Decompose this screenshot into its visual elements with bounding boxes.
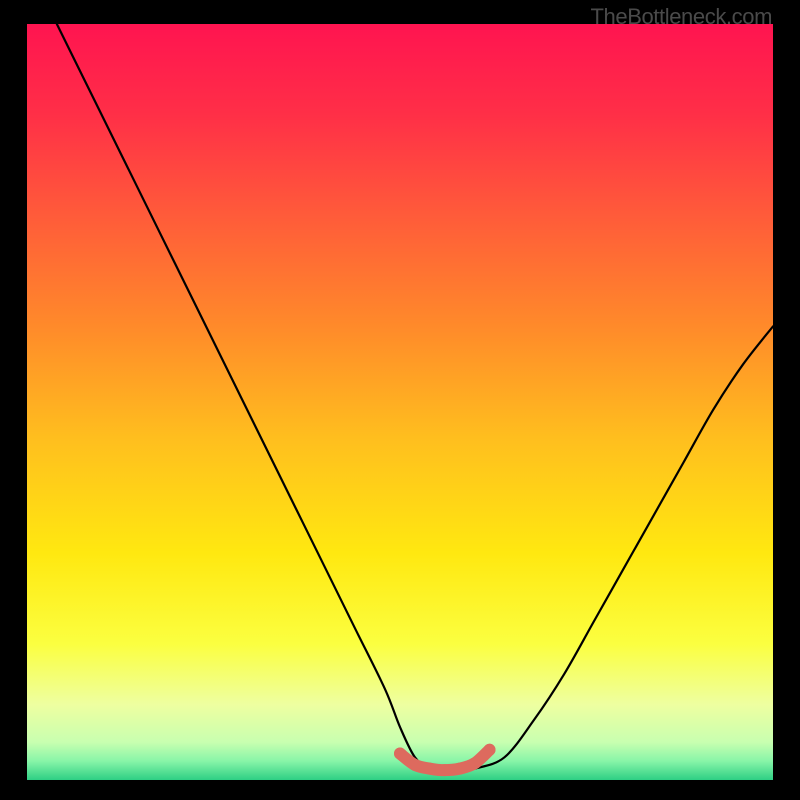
bottleneck-chart [27,24,773,780]
chart-curve-layer [27,24,773,780]
sweet-spot-dot [439,764,451,776]
sweet-spot-dot [469,757,481,769]
sweet-spot-dot [409,759,421,771]
bottleneck-curve-line [57,24,773,771]
sweet-spot-dot [454,763,466,775]
sweet-spot-dot [394,748,406,760]
sweet-spot-dot [424,763,436,775]
sweet-spot-dot [484,744,496,756]
